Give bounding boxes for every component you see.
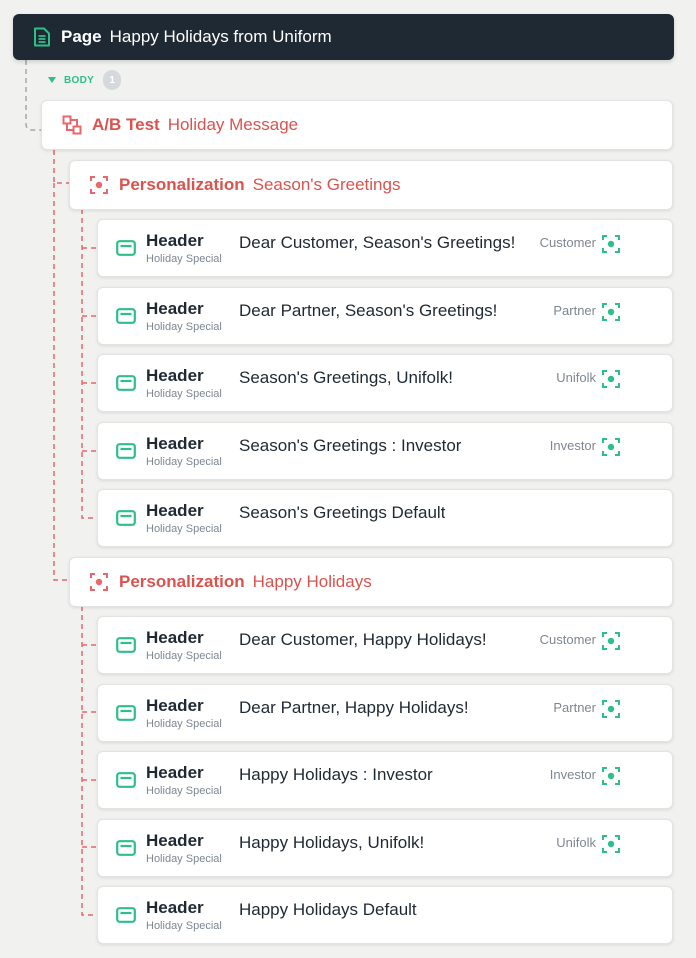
header-variant-node[interactable]: Header Holiday Special Dear Partner, Sea… xyxy=(97,287,673,345)
page-node-type: Page xyxy=(61,27,102,46)
header-variant-node[interactable]: Header Holiday Special Season's Greeting… xyxy=(97,354,673,412)
personalization-criteria-icon[interactable] xyxy=(602,835,620,853)
personalization-type: Personalization xyxy=(119,175,245,194)
component-subtitle: Holiday Special xyxy=(146,852,222,865)
variant-title: Season's Greetings, Unifolk! xyxy=(239,368,453,387)
audience-label: Customer xyxy=(539,632,596,647)
header-component-icon xyxy=(116,375,136,391)
variant-title: Dear Customer, Season's Greetings! xyxy=(239,233,516,252)
variant-title: Dear Partner, Happy Holidays! xyxy=(239,698,469,717)
component-type: Header xyxy=(146,627,204,647)
variant-title: Dear Partner, Season's Greetings! xyxy=(239,301,498,320)
header-variant-node[interactable]: Header Holiday Special Happy Holidays : … xyxy=(97,751,673,809)
header-variant-node[interactable]: Header Holiday Special Dear Customer, Se… xyxy=(97,219,673,277)
variant-title: Happy Holidays : Investor xyxy=(239,765,433,784)
header-variant-node[interactable]: Header Holiday Special Season's Greeting… xyxy=(97,422,673,480)
personalization-icon xyxy=(90,176,108,194)
header-variant-node[interactable]: Header Holiday Special Season's Greeting… xyxy=(97,489,673,547)
ab-test-icon xyxy=(62,115,82,135)
slot-count-badge: 1 xyxy=(103,70,122,90)
personalization-criteria-icon[interactable] xyxy=(602,700,620,718)
component-type: Header xyxy=(146,500,204,520)
personalization-type: Personalization xyxy=(119,572,245,591)
variant-title: Dear Customer, Happy Holidays! xyxy=(239,630,487,649)
audience-label: Customer xyxy=(539,235,596,250)
audience-label: Investor xyxy=(549,438,596,453)
page-node-name: Happy Holidays from Uniform xyxy=(109,27,332,46)
slot-body-toggle[interactable]: BODY 1 xyxy=(48,70,122,90)
component-subtitle: Holiday Special xyxy=(146,649,222,662)
page-node[interactable]: Page Happy Holidays from Uniform xyxy=(13,14,674,60)
caret-down-icon xyxy=(48,77,56,83)
personalization-name: Happy Holidays xyxy=(252,572,372,591)
header-variant-node[interactable]: Header Holiday Special Happy Holidays De… xyxy=(97,886,673,944)
variant-title: Season's Greetings : Investor xyxy=(239,436,462,455)
audience-label: Unifolk xyxy=(556,835,596,850)
component-subtitle: Holiday Special xyxy=(146,455,222,468)
component-subtitle: Holiday Special xyxy=(146,784,222,797)
audience-label: Partner xyxy=(553,303,596,318)
component-type: Header xyxy=(146,298,204,318)
component-subtitle: Holiday Special xyxy=(146,522,222,535)
audience-label: Investor xyxy=(549,767,596,782)
audience-label: Unifolk xyxy=(556,370,596,385)
component-subtitle: Holiday Special xyxy=(146,717,222,730)
header-component-icon xyxy=(116,705,136,721)
personalization-node[interactable]: Personalization Happy Holidays xyxy=(69,557,673,607)
header-component-icon xyxy=(116,840,136,856)
component-type: Header xyxy=(146,762,204,782)
personalization-criteria-icon[interactable] xyxy=(602,303,620,321)
personalization-criteria-icon[interactable] xyxy=(602,632,620,650)
personalization-criteria-icon[interactable] xyxy=(602,235,620,253)
component-subtitle: Holiday Special xyxy=(146,387,222,400)
variant-title: Happy Holidays Default xyxy=(239,900,417,919)
header-component-icon xyxy=(116,510,136,526)
component-subtitle: Holiday Special xyxy=(146,252,222,265)
personalization-icon xyxy=(90,573,108,591)
component-subtitle: Holiday Special xyxy=(146,320,222,333)
header-component-icon xyxy=(116,308,136,324)
personalization-criteria-icon[interactable] xyxy=(602,370,620,388)
personalization-criteria-icon[interactable] xyxy=(602,438,620,456)
header-component-icon xyxy=(116,772,136,788)
ab-test-name: Holiday Message xyxy=(167,115,299,134)
page-document-icon xyxy=(33,27,51,47)
personalization-name: Season's Greetings xyxy=(252,175,401,194)
header-component-icon xyxy=(116,907,136,923)
ab-test-type: A/B Test xyxy=(92,115,160,134)
variant-title: Season's Greetings Default xyxy=(239,503,446,522)
component-type: Header xyxy=(146,365,204,385)
audience-label: Partner xyxy=(553,700,596,715)
variant-title: Happy Holidays, Unifolk! xyxy=(239,833,425,852)
slot-label: BODY xyxy=(64,74,95,86)
header-component-icon xyxy=(116,443,136,459)
header-component-icon xyxy=(116,637,136,653)
component-type: Header xyxy=(146,695,204,715)
component-type: Header xyxy=(146,230,204,250)
header-component-icon xyxy=(116,240,136,256)
personalization-node[interactable]: Personalization Season's Greetings xyxy=(69,160,673,210)
component-type: Header xyxy=(146,433,204,453)
component-type: Header xyxy=(146,830,204,850)
component-subtitle: Holiday Special xyxy=(146,919,222,932)
personalization-criteria-icon[interactable] xyxy=(602,767,620,785)
component-type: Header xyxy=(146,897,204,917)
header-variant-node[interactable]: Header Holiday Special Happy Holidays, U… xyxy=(97,819,673,877)
header-variant-node[interactable]: Header Holiday Special Dear Customer, Ha… xyxy=(97,616,673,674)
header-variant-node[interactable]: Header Holiday Special Dear Partner, Hap… xyxy=(97,684,673,742)
ab-test-node[interactable]: A/B Test Holiday Message xyxy=(41,100,673,150)
